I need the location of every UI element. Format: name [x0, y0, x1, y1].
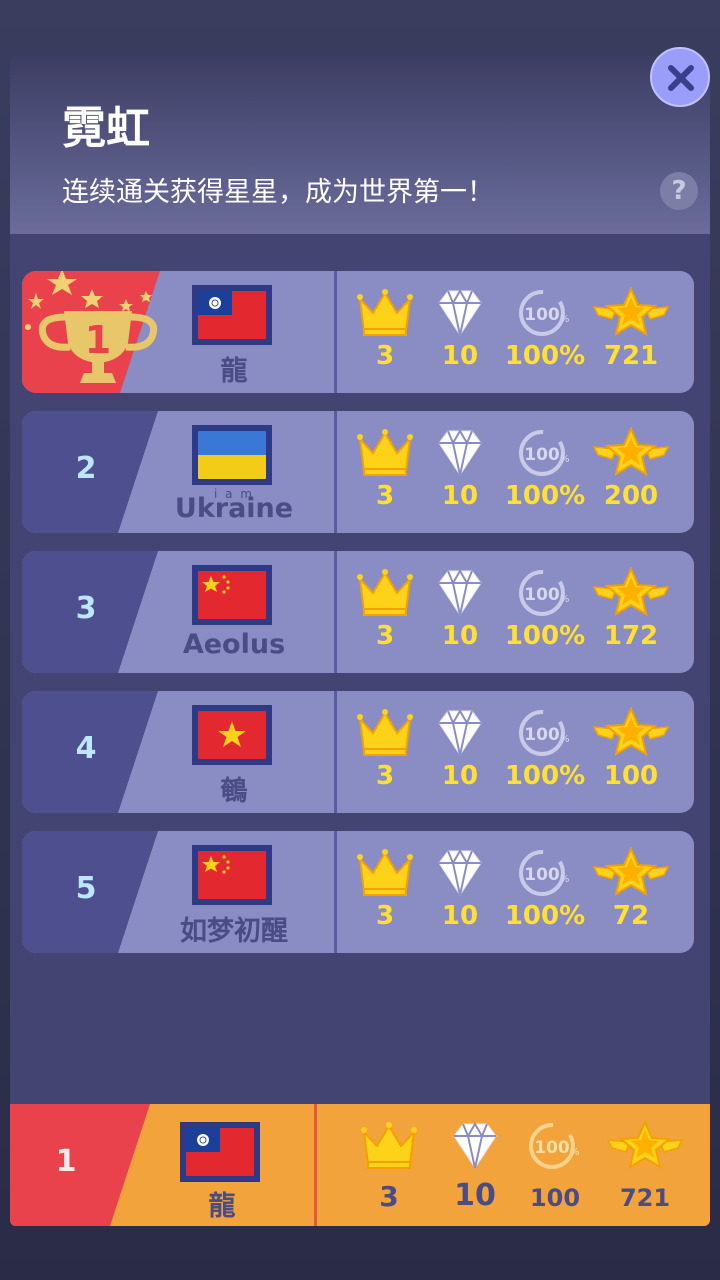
crown-icon — [342, 425, 428, 481]
crowns-value: 3 — [375, 761, 395, 791]
percent-badge-icon: 100% — [512, 1118, 598, 1174]
leaderboard-row[interactable]: 4 鵪 3 10 100% 100% 100 — [22, 691, 694, 813]
percent-badge-icon: 100% — [502, 705, 588, 761]
my-rank-number: 1 — [55, 1144, 77, 1179]
svg-text:100: 100 — [524, 725, 560, 745]
player-name: Aeolus — [182, 629, 286, 660]
leaderboard-row[interactable]: 2 i a m Ukraine 3 10 100% 100% 200 — [22, 411, 694, 533]
percent-badge-icon: 100% — [502, 285, 588, 341]
svg-text:%: % — [560, 874, 570, 885]
percent-value: 100% — [504, 621, 586, 651]
svg-text:100: 100 — [524, 585, 560, 605]
svg-text:%: % — [560, 454, 570, 465]
percent-badge-icon: 100% — [502, 845, 588, 901]
diamond-icon — [417, 845, 503, 901]
winged-star-icon — [588, 285, 674, 341]
crown-icon — [342, 285, 428, 341]
stars-value: 721 — [603, 341, 659, 371]
winged-star-icon — [588, 845, 674, 901]
svg-text:%: % — [560, 594, 570, 605]
player-name: Ukraine — [174, 493, 294, 524]
svg-text:1: 1 — [85, 318, 111, 362]
my-player-name: 龍 — [208, 1191, 236, 1222]
diamonds-value: 10 — [441, 901, 479, 931]
rank-number: 4 — [75, 731, 97, 766]
crowns-value: 3 — [375, 621, 395, 651]
my-crowns-value: 3 — [379, 1180, 399, 1213]
help-button[interactable]: ? — [660, 172, 698, 210]
leaderboard-row[interactable]: 5 如梦初醒 3 10 100% 100% 72 — [22, 831, 694, 953]
crowns-value: 3 — [375, 341, 395, 371]
close-icon — [668, 65, 694, 91]
winged-star-icon — [602, 1118, 688, 1174]
crowns-value: 3 — [375, 481, 395, 511]
stars-value: 172 — [603, 621, 659, 651]
rank-number: 2 — [75, 451, 97, 486]
stars-value: 100 — [603, 761, 659, 791]
winged-star-icon — [588, 705, 674, 761]
flag-icon — [192, 705, 272, 765]
percent-value: 100% — [504, 901, 586, 931]
diamonds-value: 10 — [441, 341, 479, 371]
svg-text:100: 100 — [524, 445, 560, 465]
close-button[interactable] — [650, 47, 710, 107]
percent-value: 100% — [504, 481, 586, 511]
diamonds-value: 10 — [441, 621, 479, 651]
diamond-icon — [417, 565, 503, 621]
diamonds-value: 10 — [441, 481, 479, 511]
diamonds-value: 10 — [441, 761, 479, 791]
diamond-icon — [417, 425, 503, 481]
my-rank-row: 1 龍 3 10 100% 100 721 — [10, 1104, 710, 1226]
rank-number: 3 — [75, 591, 97, 626]
winged-star-icon — [588, 425, 674, 481]
flag-icon — [192, 565, 272, 625]
my-diamonds-value: 10 — [454, 1178, 496, 1213]
percent-value: 100% — [504, 761, 586, 791]
flag-icon — [192, 425, 272, 485]
crown-icon — [342, 565, 428, 621]
player-name: 如梦初醒 — [180, 916, 288, 947]
stars-value: 72 — [612, 901, 650, 931]
rank-number: 5 — [75, 871, 97, 906]
diamond-icon — [432, 1118, 518, 1174]
my-flag-icon — [180, 1122, 260, 1182]
diamond-icon — [417, 705, 503, 761]
page-subtitle: 连续通关获得星星，成为世界第一！ — [62, 177, 494, 208]
flag-icon — [192, 285, 272, 345]
player-name: 龍 — [220, 356, 248, 387]
svg-text:100: 100 — [534, 1138, 570, 1158]
crown-icon — [346, 1118, 432, 1174]
svg-text:%: % — [560, 314, 570, 325]
percent-value: 100% — [504, 341, 586, 371]
my-percent-value: 100 — [529, 1184, 581, 1212]
leaderboard-header: 霓虹 连续通关获得星星，成为世界第一！ ? — [10, 56, 710, 234]
crowns-value: 3 — [375, 901, 395, 931]
leaderboard-row[interactable]: 3 Aeolus 3 10 100% 100% 172 — [22, 551, 694, 673]
winged-star-icon — [588, 565, 674, 621]
leaderboard-row[interactable]: 1 龍 3 10 100% 100% 721 — [22, 271, 694, 393]
svg-text:%: % — [570, 1147, 580, 1158]
svg-text:100: 100 — [524, 865, 560, 885]
my-stars-value: 721 — [619, 1184, 671, 1212]
player-name: 鵪 — [220, 776, 248, 807]
svg-text:100: 100 — [524, 305, 560, 325]
page-title: 霓虹 — [62, 103, 150, 154]
flag-icon — [192, 845, 272, 905]
crown-icon — [342, 705, 428, 761]
percent-badge-icon: 100% — [502, 565, 588, 621]
svg-text:%: % — [560, 734, 570, 745]
stars-value: 200 — [603, 481, 659, 511]
crown-icon — [342, 845, 428, 901]
percent-badge-icon: 100% — [502, 425, 588, 481]
diamond-icon — [417, 285, 503, 341]
